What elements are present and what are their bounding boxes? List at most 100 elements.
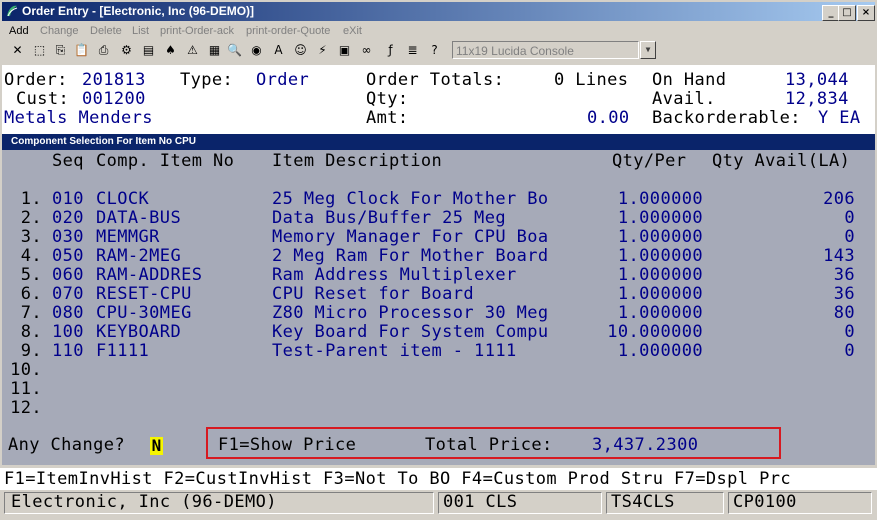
- row-item-no: CPU-30MEG: [96, 303, 192, 323]
- panel-title: Component Selection For Item No CPU: [2, 134, 875, 150]
- on-hand-value: 13,044: [785, 70, 849, 90]
- row-seq: 030: [52, 227, 84, 247]
- status-program-cell: CP0100: [728, 492, 872, 514]
- row-qty-avail: 80: [833, 303, 855, 323]
- status-company: Electronic, Inc (96-DEMO): [11, 492, 277, 512]
- select-icon[interactable]: ⬚: [31, 41, 48, 59]
- row-description: Memory Manager For CPU Boa: [272, 227, 549, 247]
- table-row[interactable]: 11.: [2, 380, 875, 399]
- table-row[interactable]: 7. 080 CPU-30MEG Z80 Micro Processor 30 Meg…: [2, 304, 875, 323]
- cust-number: 001200: [82, 89, 146, 109]
- table-row[interactable]: 5. 060 RAM-ADDRES Ram Address Multiplexer 1.…: [2, 266, 875, 285]
- settings-icon[interactable]: ⚙: [118, 41, 135, 59]
- table-row[interactable]: 1. 010 CLOCK 25 Meg Clock For Mother Bo 1.00…: [2, 190, 875, 209]
- list-icon[interactable]: ≣: [404, 41, 421, 59]
- table-row[interactable]: 4. 050 RAM-2MEG 2 Meg Ram For Mother Board 1…: [2, 247, 875, 266]
- component-selection-panel: Seq Comp. Item No Item Description Qty/P…: [2, 150, 875, 465]
- order-number: 201813: [82, 70, 146, 90]
- status-code-cell: 001 CLS: [438, 492, 602, 514]
- row-description: Data Bus/Buffer 25 Meg: [272, 208, 506, 228]
- any-change-label: Any Change?: [8, 435, 125, 455]
- row-number: 8.: [20, 322, 42, 342]
- row-qty-avail: 0: [844, 208, 855, 228]
- menu-print-order-quote[interactable]: print-order-Quote: [246, 22, 330, 40]
- customer-name: Metals Menders: [4, 108, 153, 128]
- column-header-seq: Seq: [52, 151, 84, 171]
- function-key-hints[interactable]: F1=ItemInvHist F2=CustInvHist F3=Not To …: [4, 470, 791, 489]
- lightning-icon[interactable]: ⚡: [314, 41, 331, 59]
- total-price-value: 3,437.2300: [592, 435, 699, 455]
- row-seq: 050: [52, 246, 84, 266]
- grid-icon[interactable]: ▦: [206, 41, 223, 59]
- type-value: Order: [256, 70, 310, 90]
- row-description: Key Board For System Compu: [272, 322, 549, 342]
- table-row[interactable]: 6. 070 RESET-CPU CPU Reset for Board 1.00000…: [2, 285, 875, 304]
- row-qty-per: 1.000000: [617, 284, 703, 304]
- total-price-label: Total Price:: [425, 435, 553, 455]
- qty-label: Qty:: [366, 89, 409, 109]
- column-header-description: Item Description: [272, 151, 443, 171]
- row-qty-per: 1.000000: [617, 303, 703, 323]
- menu-add[interactable]: Add: [9, 22, 29, 40]
- menu-print-order-ack[interactable]: print-Order-ack: [160, 22, 234, 40]
- table-row[interactable]: 10.: [2, 361, 875, 380]
- column-header-item-no: Comp. Item No: [96, 151, 235, 171]
- table-row[interactable]: 9. 110 F1111 Test-Parent item - 1111 1.00000…: [2, 342, 875, 361]
- font-icon[interactable]: A: [270, 41, 287, 59]
- function-icon[interactable]: ƒ: [382, 41, 399, 59]
- row-description: 2 Meg Ram For Mother Board: [272, 246, 549, 266]
- row-seq: 010: [52, 189, 84, 209]
- font-select[interactable]: 11x19 Lucida Console: [452, 41, 639, 59]
- help-pointer-icon[interactable]: ?: [426, 41, 443, 59]
- user-icon[interactable]: ♠: [162, 41, 179, 59]
- table-row[interactable]: 3. 030 MEMMGR Memory Manager For CPU Boa 1.0…: [2, 228, 875, 247]
- row-description: Test-Parent item - 1111: [272, 341, 517, 361]
- menu-bar: Add Change Delete List print-Order-ack p…: [0, 22, 877, 40]
- backorderable-label: Backorderable:: [652, 108, 801, 128]
- person-icon[interactable]: ☺: [292, 41, 309, 59]
- table-row[interactable]: 12.: [2, 399, 875, 418]
- close-icon[interactable]: ✕: [9, 41, 26, 59]
- any-change-input[interactable]: N: [150, 437, 163, 455]
- lines-value: 0 Lines: [554, 70, 629, 90]
- table-row[interactable]: 2. 020 DATA-BUS Data Bus/Buffer 25 Meg 1.000…: [2, 209, 875, 228]
- column-header-qty-avail: Qty Avail(LA): [712, 151, 851, 171]
- table-row[interactable]: 8. 100 KEYBOARD Key Board For System Compu 1…: [2, 323, 875, 342]
- row-seq: 110: [52, 341, 84, 361]
- order-label: Order:: [4, 70, 68, 90]
- menu-list[interactable]: List: [132, 22, 149, 40]
- search-icon[interactable]: 🔍: [226, 41, 243, 59]
- warning-icon[interactable]: ⚠: [184, 41, 201, 59]
- print-icon[interactable]: ⎙: [95, 41, 112, 59]
- menu-delete[interactable]: Delete: [90, 22, 122, 40]
- row-number: 4.: [20, 246, 42, 266]
- show-price-hint[interactable]: F1=Show Price: [218, 436, 356, 455]
- row-description: 25 Meg Clock For Mother Bo: [272, 189, 549, 209]
- copy-icon[interactable]: ⎘: [52, 41, 69, 59]
- status-terminal-cell: TS4CLS: [606, 492, 724, 514]
- menu-change[interactable]: Change: [40, 22, 79, 40]
- chevron-down-icon[interactable]: ▼: [640, 41, 656, 59]
- close-button[interactable]: ×: [857, 5, 875, 21]
- row-seq: 060: [52, 265, 84, 285]
- link-icon[interactable]: ∞: [358, 41, 375, 59]
- row-qty-avail: 36: [833, 284, 855, 304]
- menu-exit[interactable]: eXit: [343, 22, 362, 40]
- app-icon: [7, 5, 18, 17]
- order-entry-window: Order Entry - [Electronic, Inc (96-DEMO)…: [0, 0, 877, 520]
- maximize-button[interactable]: □: [838, 5, 856, 21]
- globe-icon[interactable]: ◉: [248, 41, 265, 59]
- row-item-no: RAM-ADDRES: [96, 265, 203, 285]
- cust-label: Cust:: [16, 89, 70, 109]
- row-qty-avail: 0: [844, 341, 855, 361]
- row-number: 9.: [20, 341, 42, 361]
- terminal-area: Order: 201813 Type: Order Order Totals: …: [2, 65, 875, 473]
- row-qty-per: 1.000000: [617, 341, 703, 361]
- row-qty-avail: 36: [833, 265, 855, 285]
- row-qty-per: 1.000000: [617, 208, 703, 228]
- calculator-icon[interactable]: ▣: [336, 41, 353, 59]
- row-qty-per: 10.000000: [607, 322, 703, 342]
- row-description: Ram Address Multiplexer: [272, 265, 517, 285]
- note-icon[interactable]: ▤: [140, 41, 157, 59]
- paste-icon[interactable]: 📋: [73, 41, 90, 59]
